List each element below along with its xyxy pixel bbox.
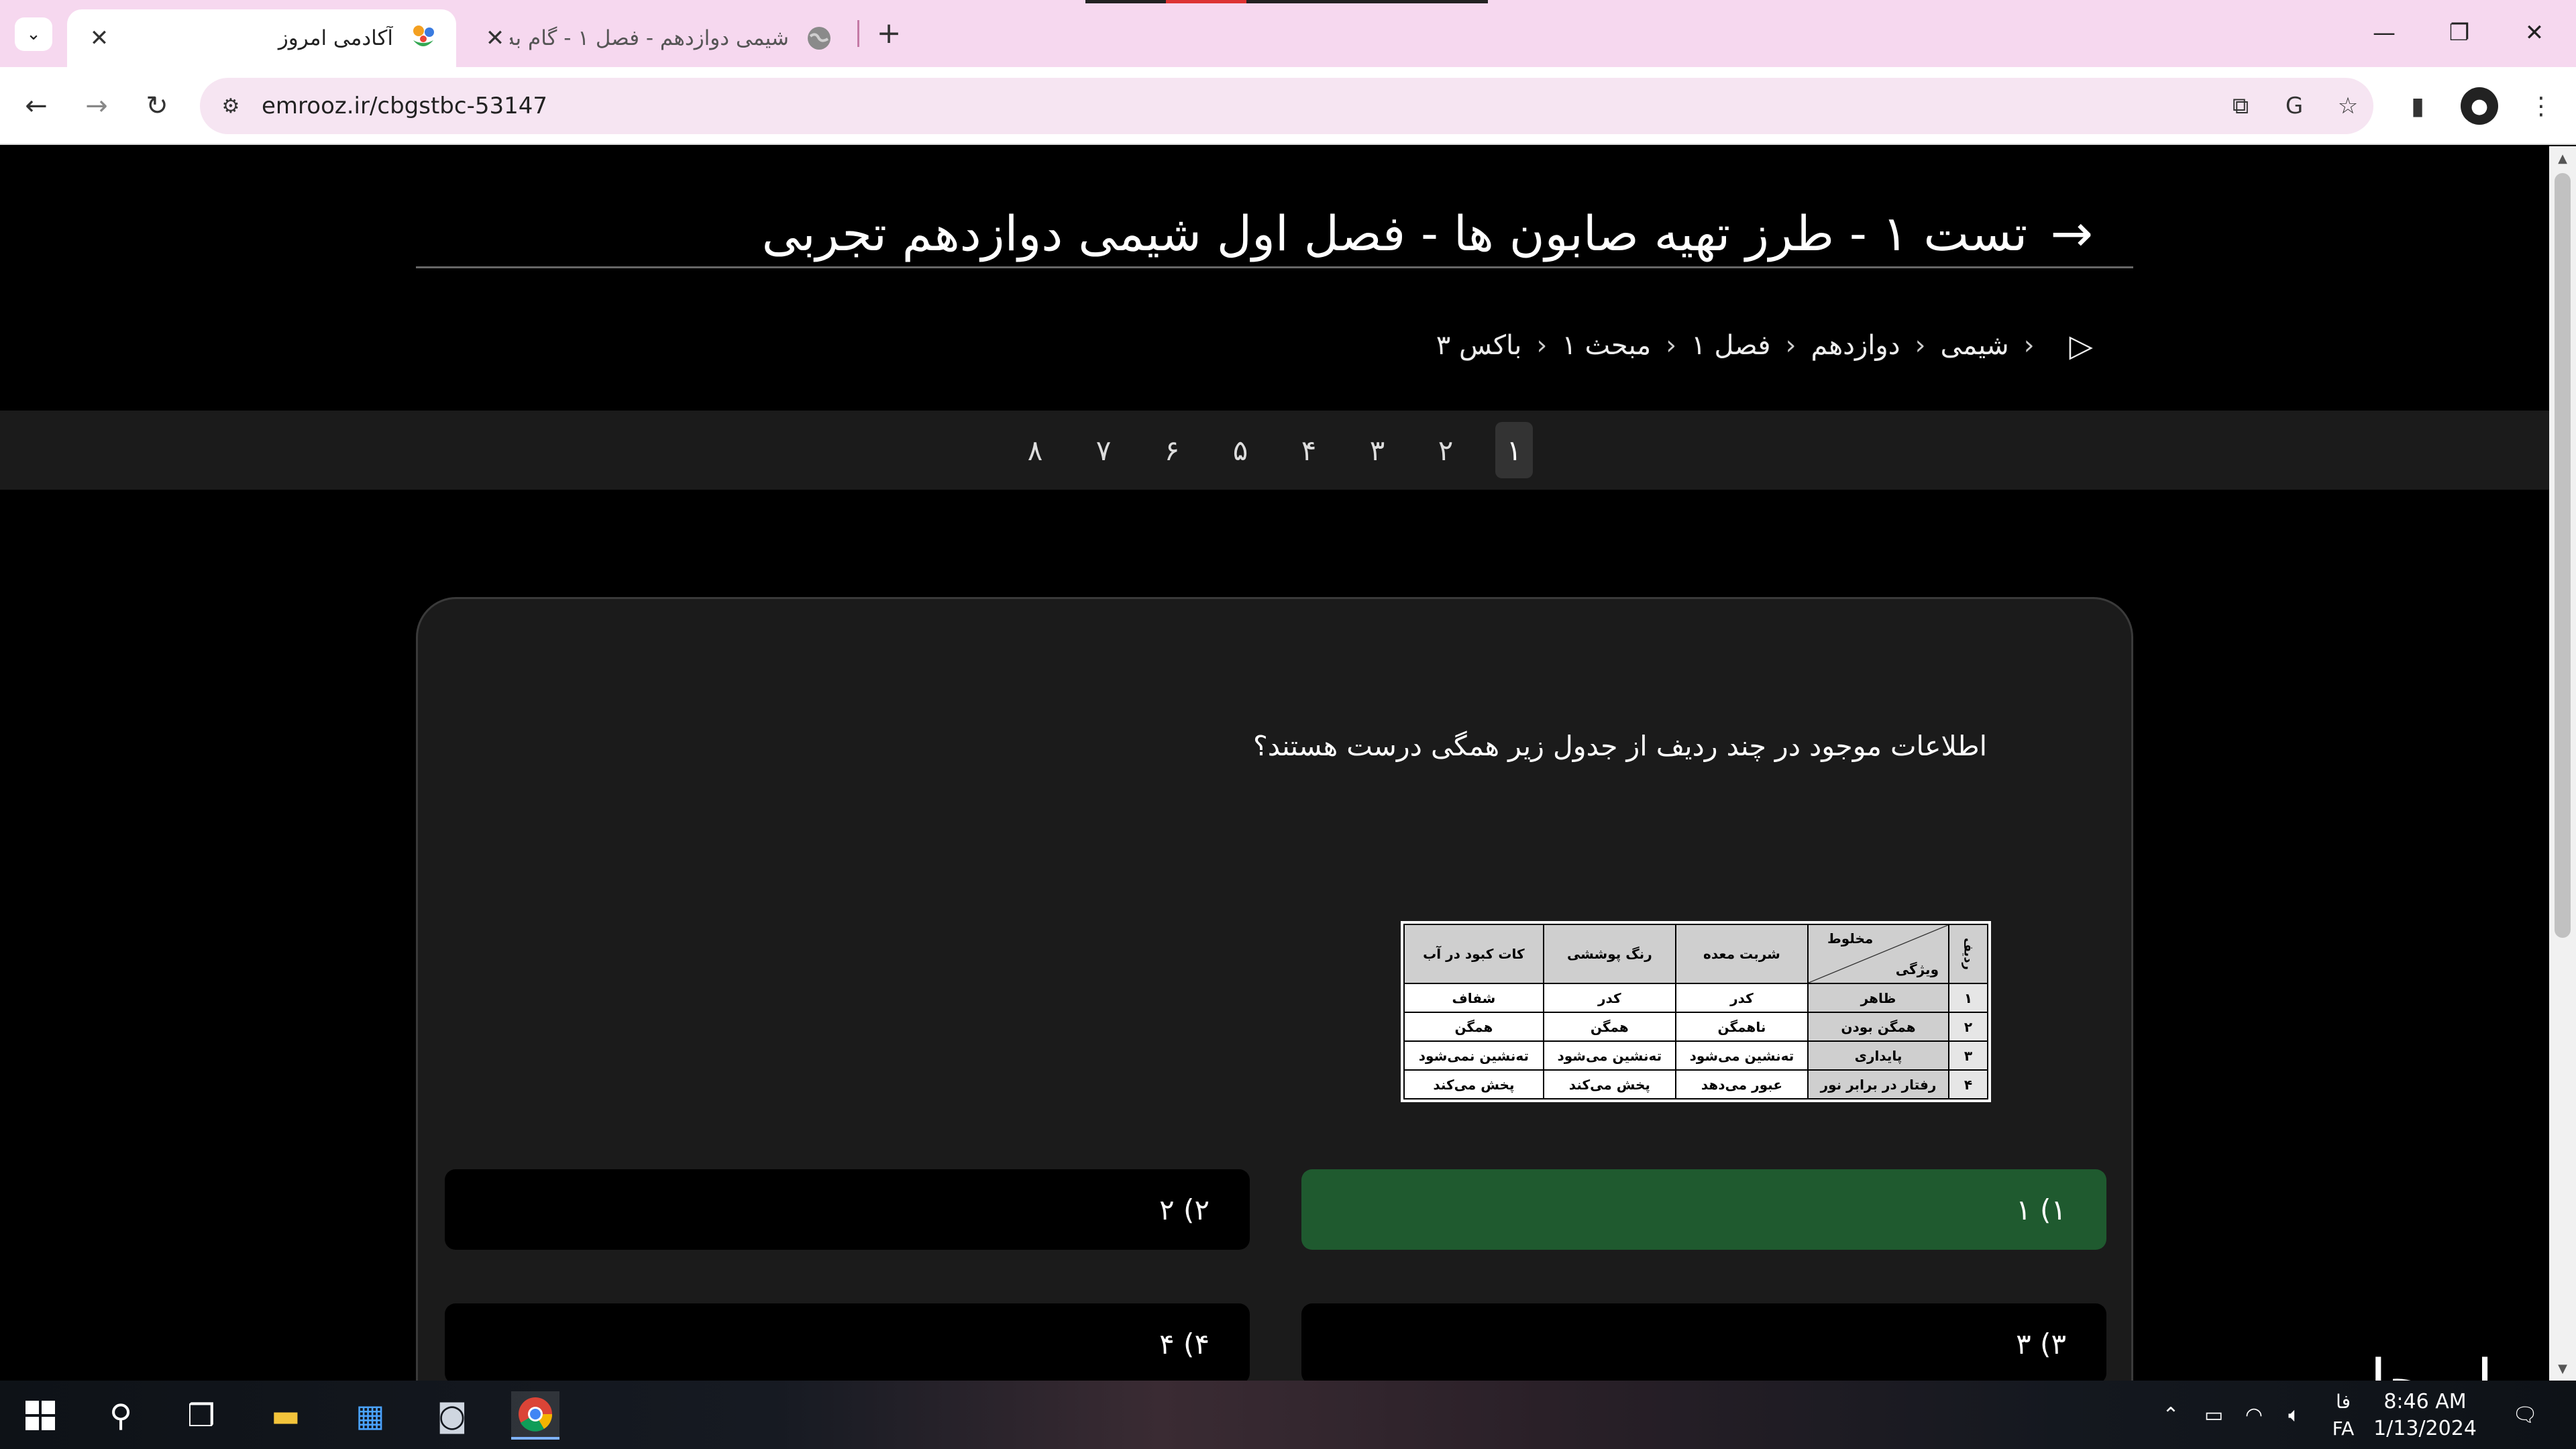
chevron-left-icon: ‹ xyxy=(1536,330,1548,361)
properties-table: ردیف مخلوط ویژگی شربت معده رنگ پوششی کات… xyxy=(1403,924,1988,1099)
answer-option-1[interactable]: ۱) ۱ xyxy=(1301,1169,2106,1250)
browser-toolbar: ← → ↻ ⚙ emrooz.ir/cbgstbc-53147 ⧉ G ☆ ▮ … xyxy=(0,67,2576,145)
chevron-up-icon[interactable]: ⌃ xyxy=(2155,1381,2187,1449)
globe-icon xyxy=(808,27,830,50)
page-title: تست ۱ - طرز تهیه صابون ها - فصل اول شیمی… xyxy=(761,205,2028,262)
question-number-4[interactable]: ۴ xyxy=(1290,422,1328,478)
scroll-up-icon[interactable]: ▲ xyxy=(2549,146,2576,170)
minimize-button[interactable]: — xyxy=(2351,9,2418,56)
wifi-icon[interactable]: ◠ xyxy=(2238,1381,2270,1449)
breadcrumb-item[interactable]: باکس ۳ xyxy=(1436,330,1522,361)
windows-taskbar: ⚲ ❒ ▬ ▦ ◙ ⌃ ▭ ◠ 🔈︎ فا FA 8:46 AM 1/13/20… xyxy=(0,1381,2576,1449)
system-clock[interactable]: 8:46 AM 1/13/2024 xyxy=(2355,1389,2496,1442)
restore-button[interactable]: ❐ xyxy=(2426,9,2493,56)
table-row: ۴ رفتار در برابر نور عبور می‌دهد پخش می‌… xyxy=(1403,1069,1988,1099)
browser-tabstrip: ⌄ آکادمی امروز ✕ شیمی دوازدهم - فصل ۱ - … xyxy=(0,0,2576,67)
table-corner-header: مخلوط ویژگی xyxy=(1807,924,1949,984)
task-view-icon[interactable]: ❒ xyxy=(177,1391,225,1440)
side-panel-icon[interactable]: ▮ xyxy=(2399,87,2436,125)
close-window-button[interactable]: ✕ xyxy=(2501,9,2568,56)
question-number-5[interactable]: ۵ xyxy=(1222,422,1259,478)
chevron-left-icon: ‹ xyxy=(1785,330,1796,361)
reload-button[interactable]: ↻ xyxy=(138,87,176,125)
chevron-left-icon: ‹ xyxy=(2023,330,2035,361)
solution-heading: راه حل xyxy=(2343,1347,2522,1381)
question-number-1[interactable]: ۱ xyxy=(1495,422,1533,478)
chevron-left-icon: ‹ xyxy=(1666,330,1677,361)
table-column-header: کات کبود در آب xyxy=(1403,924,1544,984)
breadcrumb-item[interactable]: فصل ۱ xyxy=(1691,330,1770,361)
bookmark-star-icon[interactable]: ☆ xyxy=(2332,90,2364,122)
menu-icon[interactable]: ⋮ xyxy=(2522,87,2560,125)
profile-avatar[interactable]: ● xyxy=(2461,87,2498,125)
url-text: emrooz.ir/cbgstbc-53147 xyxy=(262,93,548,119)
scroll-down-icon[interactable]: ▼ xyxy=(2549,1356,2576,1381)
tab-academy[interactable]: آکادمی امروز ✕ xyxy=(67,9,456,67)
answer-option-2[interactable]: ۲) ۲ xyxy=(445,1169,1250,1250)
breadcrumb: ▷ ‹ شیمی ‹ دوازدهم ‹ فصل ۱ ‹ مبحث ۱ ‹ با… xyxy=(416,327,2133,364)
chrome-icon[interactable] xyxy=(511,1391,559,1440)
tab-title: آکادمی امروز xyxy=(278,26,393,50)
question-number-6[interactable]: ۶ xyxy=(1153,422,1191,478)
question-text: اطلاعات موجود در چند ردیف از جدول زیر هم… xyxy=(1252,730,1987,762)
tab-search-button[interactable]: ⌄ xyxy=(15,17,52,51)
clock-time: 8:46 AM xyxy=(2383,1390,2467,1413)
question-card: اطلاعات موجود در چند ردیف از جدول زیر هم… xyxy=(416,597,2133,1381)
windows-start-icon[interactable] xyxy=(16,1391,64,1440)
tab-chemistry[interactable]: شیمی دوازدهم - فصل ۱ - گام به ✕ xyxy=(463,9,852,67)
volume-icon[interactable]: 🔈︎ xyxy=(2278,1381,2310,1449)
academy-logo-icon xyxy=(413,25,434,46)
question-number-2[interactable]: ۲ xyxy=(1427,422,1464,478)
battery-icon[interactable]: ▭ xyxy=(2198,1381,2230,1449)
chevron-down-icon: ⌄ xyxy=(26,24,41,44)
search-icon[interactable]: ⚲ xyxy=(97,1391,145,1440)
page-header: → تست ۱ - طرز تهیه صابون ها - فصل اول شی… xyxy=(416,200,2133,268)
answer-option-3[interactable]: ۳) ۳ xyxy=(1301,1303,2106,1381)
question-number-8[interactable]: ۸ xyxy=(1016,422,1054,478)
translate-icon[interactable]: G xyxy=(2278,90,2310,122)
new-tab-button[interactable]: + xyxy=(872,16,906,50)
arrow-back-icon[interactable]: → xyxy=(2050,203,2093,263)
forward-button[interactable]: → xyxy=(78,87,115,125)
question-navigator: ۱ ۲ ۳ ۴ ۵ ۶ ۷ ۸ xyxy=(0,411,2549,490)
question-number-3[interactable]: ۳ xyxy=(1358,422,1396,478)
clock-date: 1/13/2024 xyxy=(2373,1417,2477,1440)
table-row: ۱ ظاهر کدر کدر شفاف xyxy=(1403,983,1988,1013)
answer-option-4[interactable]: ۴) ۴ xyxy=(445,1303,1250,1381)
chevron-left-icon: ‹ xyxy=(1915,330,1926,361)
file-explorer-icon[interactable]: ▬ xyxy=(262,1391,310,1440)
camera-icon[interactable]: ◙ xyxy=(428,1391,476,1440)
table-row: ۳ پایداری ته‌نشین می‌شود ته‌نشین می‌شود … xyxy=(1403,1040,1988,1071)
tab-separator xyxy=(857,20,859,47)
play-icon[interactable]: ▷ xyxy=(2070,327,2093,364)
breadcrumb-item[interactable]: مبحث ۱ xyxy=(1562,330,1651,361)
breadcrumb-item[interactable]: دوازدهم xyxy=(1811,330,1900,361)
breadcrumb-item[interactable]: شیمی xyxy=(1941,330,2009,361)
table-column-header: شربت معده xyxy=(1674,924,1809,984)
table-row: ۲ همگن بودن ناهمگن همگن همگن xyxy=(1403,1012,1988,1042)
notification-icon[interactable]: 🗨︎ xyxy=(2504,1381,2546,1449)
store-icon[interactable]: ▦ xyxy=(346,1391,394,1440)
table-row-header: ردیف xyxy=(1948,924,1988,984)
close-icon[interactable]: ✕ xyxy=(85,23,114,53)
page-content: → تست ۱ - طرز تهیه صابون ها - فصل اول شی… xyxy=(0,146,2549,1381)
question-table-image: ردیف مخلوط ویژگی شربت معده رنگ پوششی کات… xyxy=(1401,921,1991,1102)
address-bar[interactable]: ⚙ emrooz.ir/cbgstbc-53147 ⧉ G ☆ xyxy=(200,78,2373,134)
table-column-header: رنگ پوششی xyxy=(1542,924,1676,984)
page-scrollbar[interactable]: ▲ ▼ xyxy=(2549,146,2576,1381)
media-indicator xyxy=(1085,0,1488,3)
back-button[interactable]: ← xyxy=(17,87,55,125)
site-settings-icon[interactable]: ⚙ xyxy=(215,90,247,122)
close-icon[interactable]: ✕ xyxy=(480,23,510,53)
question-number-7[interactable]: ۷ xyxy=(1085,422,1122,478)
tab-title: شیمی دوازدهم - فصل ۱ - گام به xyxy=(510,26,789,50)
scrollbar-thumb[interactable] xyxy=(2555,173,2571,938)
open-external-icon[interactable]: ⧉ xyxy=(2224,90,2257,122)
